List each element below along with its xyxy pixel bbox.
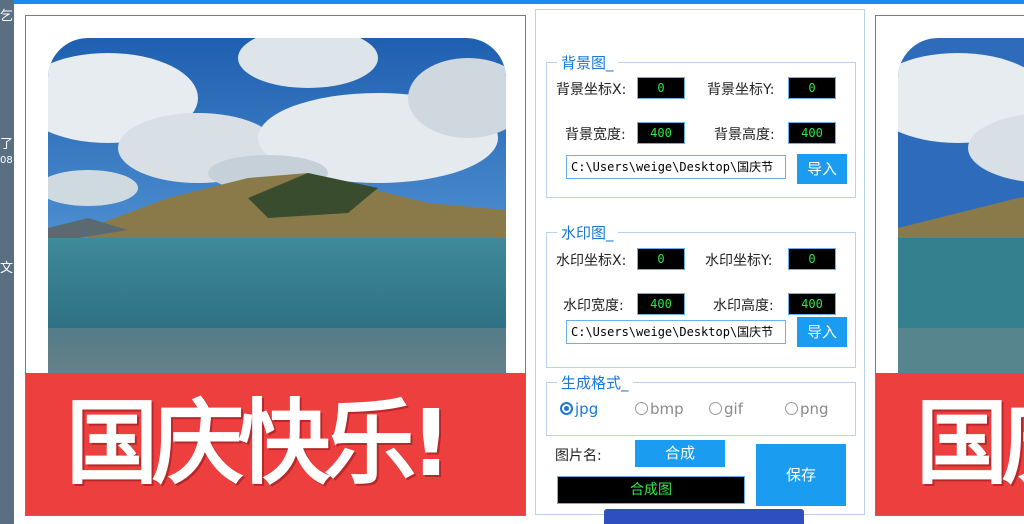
background-photo xyxy=(898,38,1024,398)
background-width-label: 背景宽度: xyxy=(565,127,626,143)
format-group: 生成格式_ jpg bmp gif png xyxy=(546,372,856,436)
watermark-y-label: 水印坐标Y: xyxy=(705,253,773,269)
background-import-button[interactable]: 导入 xyxy=(797,154,847,184)
background-y-label: 背景坐标Y: xyxy=(707,82,775,98)
result-preview: 国庆快乐! xyxy=(25,15,526,516)
background-width-field[interactable]: 400 xyxy=(637,122,685,144)
background-path-input[interactable]: C:\Users\weige\Desktop\国庆节 xyxy=(566,155,786,179)
watermark-width-field[interactable]: 400 xyxy=(637,293,685,315)
format-option-label: jpg xyxy=(575,400,599,418)
image-name-label: 图片名: xyxy=(555,448,602,464)
background-group: 背景图_ 背景坐标X: 0 背景坐标Y: 0 背景宽度: 400 背景高度: 4… xyxy=(546,52,856,198)
taskbar-fragment xyxy=(604,509,804,524)
watermark-y-field[interactable]: 0 xyxy=(788,248,836,270)
watermark-group-title: 水印图_ xyxy=(557,222,618,243)
format-option-label: png xyxy=(800,400,829,418)
desktop-icon-label[interactable]: 文 xyxy=(0,262,13,276)
background-x-field[interactable]: 0 xyxy=(637,77,685,99)
background-height-label: 背景高度: xyxy=(714,127,775,143)
banner-text: 国庆快乐! xyxy=(66,390,452,497)
desktop-icon-label[interactable]: 08 xyxy=(0,154,13,168)
background-group-title: 背景图_ xyxy=(557,52,618,73)
format-option-label: bmp xyxy=(650,400,684,418)
save-button[interactable]: 保存 xyxy=(756,444,846,506)
format-option-label: gif xyxy=(724,400,743,418)
watermark-x-label: 水印坐标X: xyxy=(556,253,627,269)
radio-icon xyxy=(785,402,798,415)
desktop-background: 乞 了 08 文 xyxy=(0,0,14,524)
watermark-import-button[interactable]: 导入 xyxy=(797,317,847,347)
format-option-jpg[interactable]: jpg xyxy=(560,400,598,418)
radio-icon xyxy=(635,402,648,415)
desktop-icon-label[interactable]: 了 xyxy=(0,138,13,152)
radio-selected-icon xyxy=(560,402,573,415)
watermark-height-label: 水印高度: xyxy=(713,298,774,314)
result-preview-duplicate: 国庆快乐! xyxy=(875,15,1024,516)
desktop-icon-label[interactable]: 乞 xyxy=(0,10,13,24)
watermark-group: 水印图_ 水印坐标X: 0 水印坐标Y: 0 水印宽度: 400 水印高度: 4… xyxy=(546,222,856,368)
background-photo xyxy=(48,38,506,398)
banner-text: 国庆快乐! xyxy=(916,390,1024,497)
background-y-field[interactable]: 0 xyxy=(788,77,836,99)
watermark-width-label: 水印宽度: xyxy=(563,298,624,314)
watermark-path-input[interactable]: C:\Users\weige\Desktop\国庆节 xyxy=(566,320,786,344)
format-option-gif[interactable]: gif xyxy=(709,400,743,418)
background-x-label: 背景坐标X: xyxy=(556,82,627,98)
compose-button[interactable]: 合成 xyxy=(635,440,725,467)
format-option-png[interactable]: png xyxy=(785,400,829,418)
watermark-x-field[interactable]: 0 xyxy=(637,248,685,270)
background-height-field[interactable]: 400 xyxy=(788,122,836,144)
control-panel: 背景图_ 背景坐标X: 0 背景坐标Y: 0 背景宽度: 400 背景高度: 4… xyxy=(535,9,865,515)
radio-icon xyxy=(709,402,722,415)
watermark-height-field[interactable]: 400 xyxy=(788,293,836,315)
format-option-bmp[interactable]: bmp xyxy=(635,400,684,418)
image-name-field[interactable]: 合成图 xyxy=(557,476,745,504)
format-group-title: 生成格式_ xyxy=(557,372,633,393)
